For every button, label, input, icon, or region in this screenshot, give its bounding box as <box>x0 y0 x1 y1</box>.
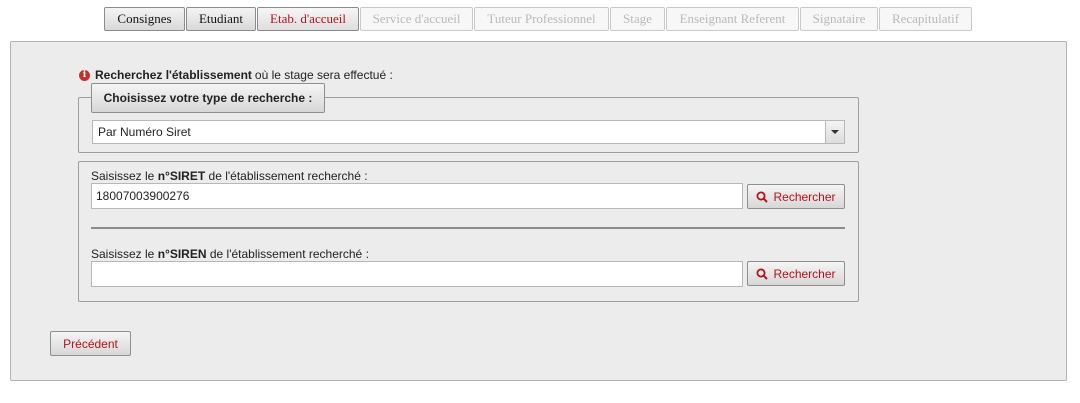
search-type-selected: Par Numéro Siret <box>98 125 191 139</box>
intro-bold: Recherchez l'établissement <box>95 68 252 82</box>
chevron-down-icon[interactable] <box>825 121 844 143</box>
search-type-select[interactable]: Par Numéro Siret <box>92 120 845 144</box>
intro-text: i Recherchez l'établissement où le stage… <box>79 68 393 82</box>
tab-tuteur-professionnel[interactable]: Tuteur Professionnel <box>474 7 609 31</box>
main-panel: i Recherchez l'établissement où le stage… <box>10 41 1067 381</box>
tab-etudiant[interactable]: Etudiant <box>186 7 256 31</box>
info-icon: i <box>79 69 90 81</box>
tab-stage[interactable]: Stage <box>610 7 665 31</box>
search-icon <box>756 268 769 280</box>
siret-label-suffix: de l'établissement recherché : <box>208 169 368 183</box>
siret-label-prefix: Saisissez le <box>91 169 155 183</box>
siret-search-button[interactable]: Rechercher <box>747 184 845 209</box>
divider <box>91 227 845 229</box>
tab-etab-accueil[interactable]: Etab. d'accueil <box>257 7 359 31</box>
search-icon <box>756 191 769 203</box>
tab-signataire[interactable]: Signataire <box>800 7 878 31</box>
siret-label: Saisissez le n°SIRET de l'établissement … <box>91 169 368 183</box>
previous-button[interactable]: Précédent <box>50 331 131 356</box>
intro-rest: où le stage sera effectué : <box>254 68 393 82</box>
wizard-tabs: Consignes Etudiant Etab. d'accueil Servi… <box>104 7 973 31</box>
siren-label-prefix: Saisissez le <box>91 247 155 261</box>
siren-label-bold: n°SIREN <box>157 247 207 261</box>
siren-label: Saisissez le n°SIREN de l'établissement … <box>91 247 369 261</box>
siret-search-label: Rechercher <box>773 189 836 204</box>
search-type-legend-button[interactable]: Choisissez votre type de recherche : <box>91 83 325 113</box>
tab-enseignant-referent[interactable]: Enseignant Referent <box>666 7 799 31</box>
siren-label-suffix: de l'établissement recherché : <box>209 247 369 261</box>
tab-recapitulatif[interactable]: Recapitulatif <box>879 7 972 31</box>
siret-input[interactable]: 18007003900276 <box>91 183 743 209</box>
siret-label-bold: n°SIRET <box>157 169 206 183</box>
siren-search-button[interactable]: Rechercher <box>747 261 845 286</box>
siren-search-label: Rechercher <box>773 266 836 281</box>
tab-consignes[interactable]: Consignes <box>104 7 185 31</box>
siren-input[interactable] <box>91 261 743 287</box>
tab-service-accueil[interactable]: Service d'accueil <box>360 7 473 31</box>
